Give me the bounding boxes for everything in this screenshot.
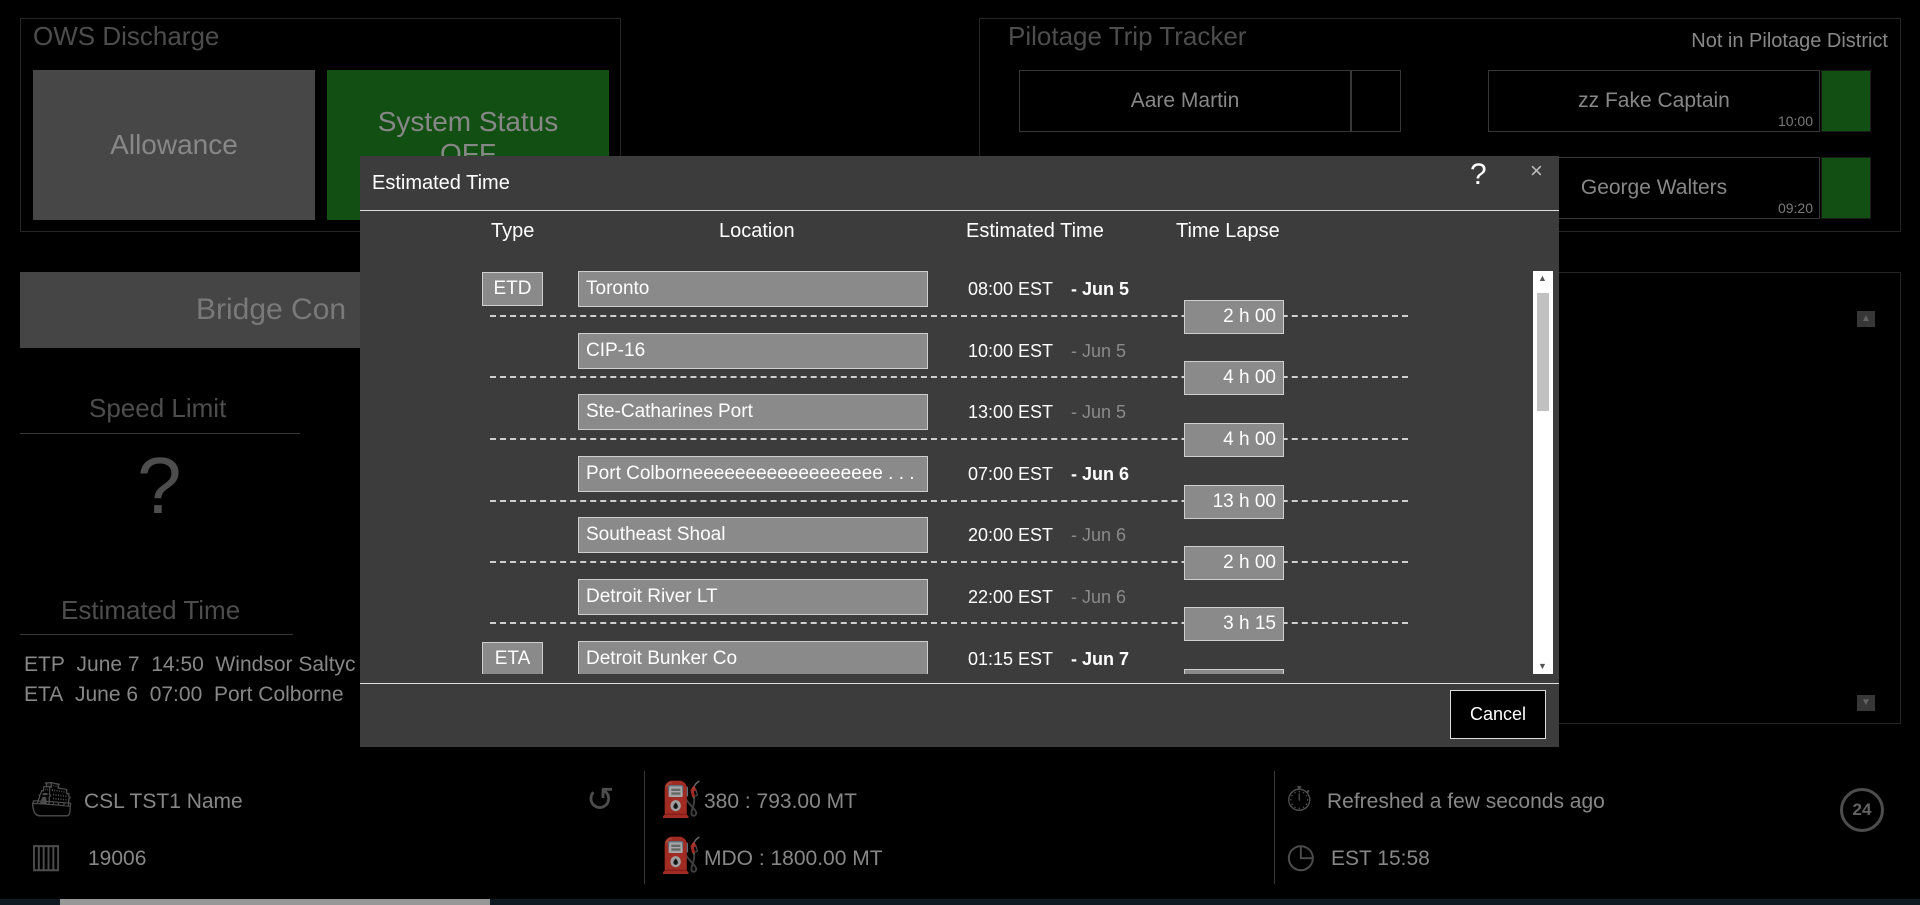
estimated-time-value: 08:00 EST <box>968 279 1054 299</box>
estimated-time-value: 01:15 EST <box>968 649 1054 669</box>
time-lapse-field[interactable]: 2 h 00 <box>1184 300 1284 334</box>
estimated-time-value: 22:00 EST <box>968 587 1054 607</box>
time-lapse-field[interactable]: 13 h 00 <box>1184 485 1284 519</box>
time-lapse-field[interactable]: 3 h 15 <box>1184 607 1284 641</box>
estimated-time-value: 10:00 EST <box>968 341 1054 361</box>
estimated-date-value: - Jun 5 <box>1071 402 1127 422</box>
column-header-type: Type <box>491 220 535 242</box>
location-field[interactable]: Detroit Bunker Co <box>578 641 928 674</box>
schedule-scrollbar[interactable]: ▲ ▼ <box>1533 271 1553 674</box>
estimated-time-dialog: Estimated Time ? × Type Location Estimat… <box>360 156 1559 747</box>
location-field[interactable]: Toronto <box>578 271 928 307</box>
estimated-date-value: - Jun 6 <box>1071 464 1130 484</box>
column-header-estimated-time: Estimated Time <box>966 220 1104 242</box>
scroll-up-arrow-icon[interactable]: ▲ <box>1538 273 1547 283</box>
type-badge: ETA <box>482 642 543 674</box>
location-field[interactable]: Southeast Shoal <box>578 517 928 553</box>
time-lapse-field[interactable]: 2 h 00 <box>1184 546 1284 580</box>
location-field[interactable]: Detroit River LT <box>578 579 928 615</box>
scroll-down-arrow-icon[interactable]: ▼ <box>1538 661 1547 671</box>
column-header-time-lapse: Time Lapse <box>1176 220 1280 242</box>
estimated-time-value: 13:00 EST <box>968 402 1054 422</box>
column-header-location: Location <box>719 220 795 242</box>
estimated-date-value: - Jun 7 <box>1071 649 1130 669</box>
location-field[interactable]: CIP-16 <box>578 333 928 369</box>
estimated-date-value: - Jun 5 <box>1071 279 1130 299</box>
scrollbar-thumb[interactable] <box>1537 293 1549 411</box>
estimated-date-value: - Jun 5 <box>1071 341 1127 361</box>
close-icon[interactable]: × <box>1530 158 1543 184</box>
header-divider <box>360 210 1559 211</box>
estimated-time-value: 07:00 EST <box>968 464 1054 484</box>
time-lapse-field[interactable]: 4 h 00 <box>1184 361 1284 395</box>
location-field[interactable]: Ste-Catharines Port <box>578 394 928 430</box>
help-icon[interactable]: ? <box>1470 158 1487 192</box>
cancel-button[interactable]: Cancel <box>1450 690 1546 739</box>
dialog-title: Estimated Time <box>372 172 510 194</box>
estimated-time-value: 20:00 EST <box>968 525 1054 545</box>
location-field[interactable]: Port Colborneeeeeeeeeeeeeeeeee . . . <box>578 456 928 492</box>
footer-divider <box>360 683 1559 684</box>
type-badge: ETD <box>482 272 543 306</box>
time-lapse-field[interactable]: 4 h 00 <box>1184 423 1284 457</box>
estimated-date-value: - Jun 6 <box>1071 587 1127 607</box>
time-lapse-field[interactable] <box>1184 669 1284 674</box>
estimated-date-value: - Jun 6 <box>1071 525 1127 545</box>
schedule-list[interactable]: ETD Toronto 08:00 EST - Jun 5 2 h 00 CIP… <box>360 271 1530 674</box>
